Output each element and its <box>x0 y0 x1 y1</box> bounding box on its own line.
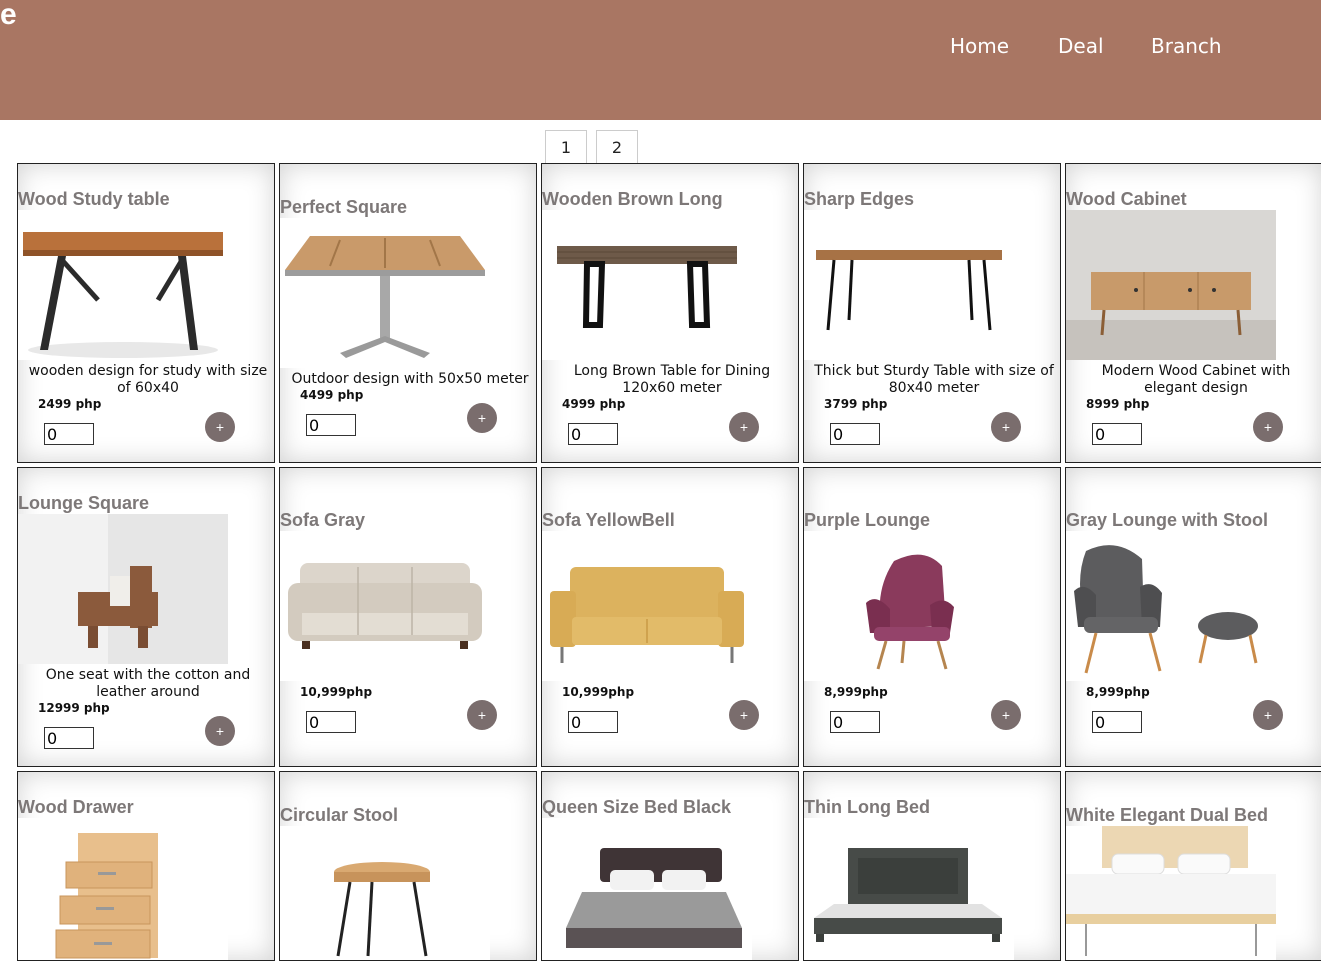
product-title: Perfect Square <box>280 197 408 217</box>
add-to-cart-button[interactable]: + <box>1253 412 1283 442</box>
quantity-input[interactable] <box>306 414 356 436</box>
quantity-input[interactable] <box>830 711 880 733</box>
add-to-cart-button[interactable]: + <box>991 412 1021 442</box>
product-image <box>804 531 1014 681</box>
product-image <box>804 818 1014 960</box>
product-price: 3799 php <box>824 397 888 411</box>
add-to-cart-button[interactable]: + <box>205 412 235 442</box>
product-title: Sofa Gray <box>280 510 366 530</box>
product-card: Purple Lounge 8,999php + <box>803 467 1061 767</box>
quantity-input[interactable] <box>568 423 618 445</box>
product-price: 8,999php <box>824 685 888 699</box>
product-title: Sharp Edges <box>804 189 915 209</box>
site-logo[interactable]: e <box>0 0 17 32</box>
product-card: Wood Drawer <box>17 771 275 961</box>
add-to-cart-button[interactable]: + <box>467 700 497 730</box>
product-image <box>542 210 752 360</box>
product-image <box>1066 210 1276 360</box>
product-card: Sofa Gray 10,999php + <box>279 467 537 767</box>
product-price: 10,999php <box>562 685 635 699</box>
product-image <box>1066 531 1276 681</box>
product-card: Wood Study table wooden design for study… <box>17 163 275 463</box>
add-to-cart-button[interactable]: + <box>205 716 235 746</box>
product-price: 4999 php <box>562 397 626 411</box>
product-image <box>280 218 490 368</box>
product-price: 2499 php <box>38 397 102 411</box>
nav-branch-link[interactable]: Branch <box>1151 34 1222 58</box>
product-card: Thin Long Bed <box>803 771 1061 961</box>
quantity-input[interactable] <box>830 423 880 445</box>
product-card: Perfect Square Outdoor design with 50x50… <box>279 163 537 463</box>
product-title: Lounge Square <box>18 493 150 513</box>
product-description: Thick but Sturdy Table with size of 80x4… <box>814 363 1054 396</box>
quantity-input[interactable] <box>1092 423 1142 445</box>
quantity-input[interactable] <box>1092 711 1142 733</box>
add-to-cart-button[interactable]: + <box>991 700 1021 730</box>
product-image <box>1066 826 1276 960</box>
add-to-cart-button[interactable]: + <box>1253 700 1283 730</box>
product-title: Sofa YellowBell <box>542 510 675 530</box>
product-card: White Elegant Dual Bed <box>1065 771 1321 961</box>
product-image <box>280 531 490 681</box>
site-header: e Home Deal Branch <box>0 0 1321 120</box>
product-title: Wood Drawer <box>18 797 134 817</box>
product-title: White Elegant Dual Bed <box>1066 805 1269 825</box>
nav-deal-link[interactable]: Deal <box>1058 34 1104 58</box>
product-title: Thin Long Bed <box>804 797 930 817</box>
product-image <box>804 210 1014 360</box>
quantity-input[interactable] <box>306 711 356 733</box>
page-1-button[interactable]: 1 <box>545 130 587 164</box>
product-card: Wood Cabinet Modern Wood Cabinet with el… <box>1065 163 1321 463</box>
product-image <box>18 818 228 960</box>
product-price: 4499 php <box>300 388 364 402</box>
product-card: Gray Lounge with Stool 8,999php + <box>1065 467 1321 767</box>
product-title: Wood Study table <box>18 189 170 209</box>
quantity-input[interactable] <box>44 727 94 749</box>
product-description: One seat with the cotton and leather aro… <box>45 667 251 700</box>
product-description: wooden design for study with size of 60x… <box>28 363 268 396</box>
product-card: Queen Size Bed Black <box>541 771 799 961</box>
product-price: 8,999php <box>1086 685 1150 699</box>
product-title: Queen Size Bed Black <box>542 797 732 817</box>
product-image <box>542 818 752 960</box>
product-image <box>280 826 490 960</box>
product-title: Purple Lounge <box>804 510 930 530</box>
product-card: Lounge Square One seat with the cotton a… <box>17 467 275 767</box>
product-card: Sharp Edges Thick but Sturdy Table with … <box>803 163 1061 463</box>
product-image <box>542 531 752 681</box>
product-price: 10,999php <box>300 685 373 699</box>
product-title: Circular Stool <box>280 805 399 825</box>
product-title: Wooden Brown Long <box>542 189 723 209</box>
product-title: Wood Cabinet <box>1066 189 1187 209</box>
product-image <box>18 210 228 360</box>
product-price: 12999 php <box>38 701 110 715</box>
product-image <box>18 514 228 664</box>
product-price: 8999 php <box>1086 397 1150 411</box>
product-title: Gray Lounge with Stool <box>1066 510 1268 530</box>
product-description: Long Brown Table for Dining 120x60 meter <box>573 363 771 396</box>
quantity-input[interactable] <box>568 711 618 733</box>
product-description: Outdoor design with 50x50 meter <box>291 371 529 387</box>
product-card: Wooden Brown Long Long Brown Table for D… <box>541 163 799 463</box>
product-card: Sofa YellowBell 10,999php + <box>541 467 799 767</box>
add-to-cart-button[interactable]: + <box>729 412 759 442</box>
product-card: Circular Stool <box>279 771 537 961</box>
product-description: Modern Wood Cabinet with elegant design <box>1101 363 1291 396</box>
quantity-input[interactable] <box>44 423 94 445</box>
page-2-button[interactable]: 2 <box>596 130 638 164</box>
add-to-cart-button[interactable]: + <box>467 403 497 433</box>
add-to-cart-button[interactable]: + <box>729 700 759 730</box>
nav-home-link[interactable]: Home <box>950 34 1009 58</box>
